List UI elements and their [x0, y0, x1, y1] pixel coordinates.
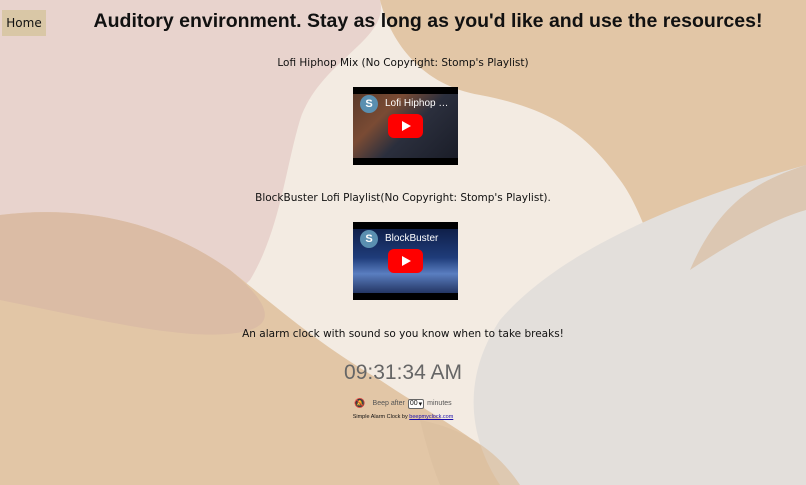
page-title: Auditory environment. Stay as long as yo… — [93, 10, 763, 32]
alarm-credit: Simple Alarm Clock by beepmyclock.com — [0, 414, 806, 420]
play-button-icon[interactable] — [388, 114, 423, 138]
channel-logo-icon: S — [360, 230, 378, 248]
beep-prefix-label: Beep after — [372, 400, 405, 407]
credit-prefix: Simple Alarm Clock by — [352, 414, 408, 420]
alarm-caption: An alarm clock with sound so you know wh… — [242, 328, 564, 340]
video-2-title: BlockBuster — [385, 233, 439, 244]
clock-display: 09:31:34 AM — [344, 361, 462, 384]
video-2-caption: BlockBuster Lofi Playlist(No Copyright: … — [255, 192, 551, 204]
video-1-title: Lofi Hiphop M... — [385, 98, 455, 109]
beep-suffix-label: minutes — [427, 400, 452, 407]
beepmyclock-link[interactable]: beepmyclock.com — [409, 414, 453, 420]
video-1-caption: Lofi Hiphop Mix (No Copyright: Stomp's P… — [277, 57, 529, 69]
play-button-icon[interactable] — [388, 249, 423, 273]
video-2-embed[interactable]: S BlockBuster — [353, 222, 458, 300]
video-1-embed[interactable]: S Lofi Hiphop M... — [353, 87, 458, 165]
home-button[interactable]: Home — [2, 10, 46, 36]
beep-minutes-select[interactable]: 00 ▾ — [407, 398, 425, 409]
chevron-down-icon: ▾ — [418, 400, 423, 408]
bell-mute-icon[interactable]: 🔕 — [354, 398, 365, 409]
channel-logo-icon: S — [360, 95, 378, 113]
beep-minutes-value: 00 — [409, 400, 418, 407]
page-content: Home Auditory environment. Stay as long … — [0, 0, 806, 485]
beep-settings: 🔕 Beep after 00 ▾ minutes — [0, 398, 806, 409]
